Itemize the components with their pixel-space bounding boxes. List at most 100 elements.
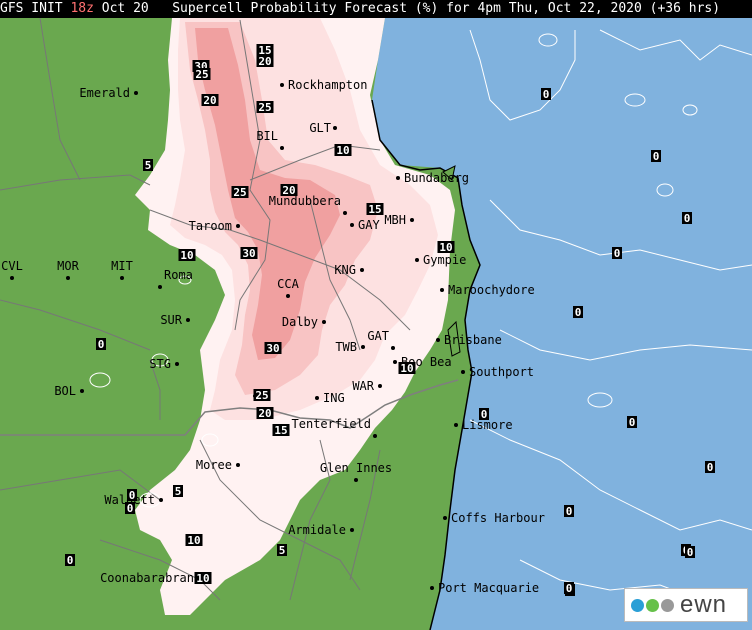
- city-bundaberg: Bundaberg: [396, 171, 469, 185]
- logo-ring-gray: [661, 598, 674, 612]
- city-name: TWB: [335, 340, 357, 354]
- contour-label: 0: [573, 306, 583, 319]
- contour-label: 10: [398, 362, 416, 375]
- city-name: Port Macquarie: [438, 581, 539, 595]
- city-name: CVL: [1, 259, 23, 273]
- contour-label: 5: [173, 485, 183, 498]
- logo-text: ewn: [680, 591, 728, 618]
- city-dot: [393, 360, 397, 364]
- contour-label-value: 10: [439, 241, 452, 254]
- city-name: KNG: [334, 263, 356, 277]
- city-dot: [186, 318, 190, 322]
- city-name: ING: [323, 391, 345, 405]
- contour-label: 10: [334, 144, 352, 157]
- contour-label-value: 0: [687, 546, 694, 559]
- contour-label-value: 0: [566, 582, 573, 595]
- contour-label: 10: [185, 534, 203, 547]
- contour-label: 0: [685, 546, 695, 559]
- contour-label: 10: [437, 241, 455, 254]
- contour-label: 0: [627, 416, 637, 429]
- header-title: Supercell Probability Forecast (%) for 4…: [172, 1, 721, 16]
- city-maroochydore: Maroochydore: [440, 283, 535, 297]
- city-port_macquarie: Port Macquarie: [430, 581, 539, 595]
- city-dot: [159, 498, 163, 502]
- city-name: GLT: [309, 121, 331, 135]
- city-southport: Southport: [461, 365, 534, 379]
- city-name: STG: [149, 357, 171, 371]
- city-dot: [410, 218, 414, 222]
- city-armidale: Armidale: [288, 523, 354, 537]
- contour-label: 25: [231, 186, 249, 199]
- contour-label: 0: [479, 408, 489, 421]
- contour-label-value: 0: [98, 338, 105, 351]
- city-dot: [120, 276, 124, 280]
- city-dot: [322, 320, 326, 324]
- contour-label-value: 25: [255, 389, 268, 402]
- city-dot: [391, 346, 395, 350]
- contour-label-value: 0: [566, 505, 573, 518]
- contour-label-value: 0: [575, 306, 582, 319]
- city-coonabarabran: Coonabarabran: [100, 571, 202, 585]
- contour-label-value: 0: [614, 247, 621, 260]
- city-dot: [158, 285, 162, 289]
- city-name: Rockhampton: [288, 78, 367, 92]
- city-dot: [454, 423, 458, 427]
- contour-label-value: 10: [400, 362, 413, 375]
- city-name: Tenterfield: [292, 417, 371, 431]
- contour-label-value: 20: [282, 184, 295, 197]
- city-dot: [343, 211, 347, 215]
- contour-label: 15: [366, 203, 384, 216]
- city-name: MBH: [384, 213, 406, 227]
- contour-label-value: 0: [629, 416, 636, 429]
- contour-label: 20: [201, 94, 219, 107]
- contour-label-value: 15: [274, 424, 287, 437]
- contour-label: 20: [256, 407, 274, 420]
- city-dot: [236, 463, 240, 467]
- contour-label: 0: [564, 582, 574, 595]
- city-dot: [350, 528, 354, 532]
- contour-label-value: 25: [195, 68, 208, 81]
- city-name: Taroom: [189, 219, 232, 233]
- contour-label: 25: [256, 101, 274, 114]
- city-dot: [236, 224, 240, 228]
- contour-label-value: 0: [653, 150, 660, 163]
- contour-label-value: 10: [336, 144, 349, 157]
- contour-label-value: 20: [258, 55, 271, 68]
- contour-label: 30: [240, 247, 258, 260]
- city-dot: [175, 362, 179, 366]
- city-dot: [354, 478, 358, 482]
- contour-label-value: 20: [203, 94, 216, 107]
- city-dot: [134, 91, 138, 95]
- contour-label: 15: [272, 424, 290, 437]
- city-name: Mundubbera: [269, 194, 341, 208]
- contour-label-value: 5: [279, 544, 286, 557]
- contour-label-value: 0: [684, 212, 691, 225]
- contour-label-value: 5: [145, 159, 152, 172]
- header-init-hour: 18z: [70, 1, 94, 16]
- header-init-date: Oct 20: [101, 1, 149, 16]
- city-name: Armidale: [288, 523, 346, 537]
- city-name: Brisbane: [444, 333, 502, 347]
- city-name: Gympie: [423, 253, 466, 267]
- ewn-logo: ewn: [624, 588, 748, 622]
- city-name: Coonabarabran: [100, 571, 194, 585]
- contour-label-value: 20: [258, 407, 271, 420]
- contour-label-value: 25: [258, 101, 271, 114]
- contour-label: 25: [253, 389, 271, 402]
- contour-label-value: 0: [127, 502, 134, 515]
- city-dot: [280, 83, 284, 87]
- contour-label-value: 10: [180, 249, 193, 262]
- contour-label-value: 0: [67, 554, 74, 567]
- city-dot: [66, 276, 70, 280]
- map-header: GFS INIT 18z Oct 20 Supercell Probabilit…: [0, 0, 752, 18]
- city-dot: [10, 276, 14, 280]
- contour-label-value: 0: [481, 408, 488, 421]
- city-coffs: Coffs Harbour: [443, 511, 545, 525]
- contour-label-value: 0: [129, 489, 136, 502]
- city-dot: [280, 146, 284, 150]
- city-name: SUR: [160, 313, 182, 327]
- city-gympie: Gympie: [415, 253, 466, 267]
- city-dot: [361, 345, 365, 349]
- contour-label: 0: [705, 461, 715, 474]
- contour-label: 25: [193, 68, 211, 81]
